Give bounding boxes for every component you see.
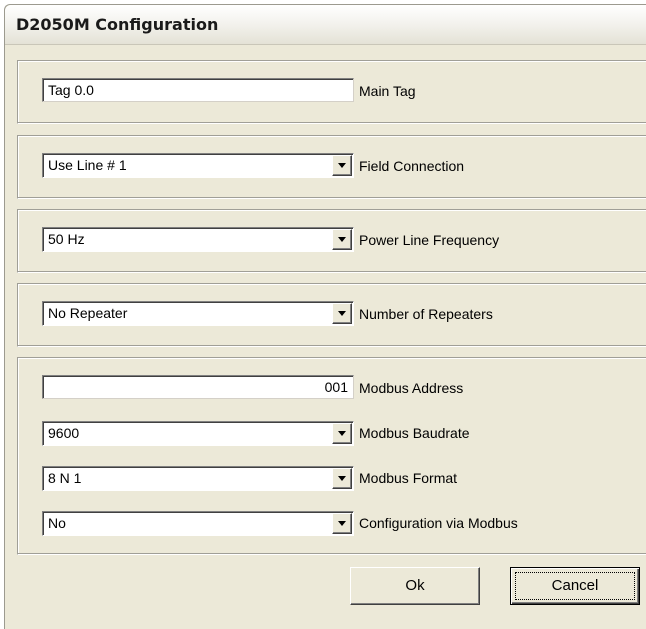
main-tag-label: Main Tag	[359, 83, 416, 99]
modbus-address-input[interactable]: 001	[42, 375, 354, 399]
modbus-config-dropdown-button[interactable]	[332, 513, 352, 534]
power-line-frequency-label: Power Line Frequency	[359, 232, 500, 248]
chevron-down-icon	[338, 431, 346, 436]
power-line-frequency-group: 50 Hz Power Line Frequency	[17, 209, 646, 273]
repeaters-dropdown-button[interactable]	[332, 303, 352, 324]
modbus-address-label: Modbus Address	[359, 380, 464, 396]
field-connection-value: Use Line # 1	[48, 157, 127, 173]
chevron-down-icon	[338, 163, 346, 168]
modbus-config-label: Configuration via Modbus	[359, 515, 518, 531]
repeaters-group: No Repeater Number of Repeaters	[17, 283, 646, 347]
main-tag-group: Tag 0.0 Main Tag	[17, 60, 646, 124]
modbus-baudrate-dropdown-button[interactable]	[332, 423, 352, 444]
field-connection-label: Field Connection	[359, 158, 465, 174]
modbus-baudrate-label: Modbus Baudrate	[359, 425, 470, 441]
modbus-format-dropdown-button[interactable]	[332, 468, 352, 489]
repeaters-value: No Repeater	[48, 305, 128, 321]
power-line-frequency-value: 50 Hz	[48, 231, 85, 247]
field-connection-select[interactable]: Use Line # 1	[42, 153, 354, 178]
main-tag-input[interactable]: Tag 0.0	[42, 78, 354, 102]
modbus-format-value: 8 N 1	[48, 470, 82, 486]
window-title: D2050M Configuration	[16, 15, 219, 34]
chevron-down-icon	[338, 237, 346, 242]
modbus-config-value: No	[48, 515, 66, 531]
cancel-button[interactable]: Cancel	[510, 567, 640, 605]
title-bar[interactable]: D2050M Configuration	[5, 5, 646, 45]
field-connection-group: Use Line # 1 Field Connection	[17, 135, 646, 199]
modbus-baudrate-select[interactable]: 9600	[42, 421, 354, 446]
modbus-format-select[interactable]: 8 N 1	[42, 466, 354, 491]
modbus-format-label: Modbus Format	[359, 470, 458, 486]
ok-button[interactable]: Ok	[350, 567, 480, 605]
power-line-frequency-select[interactable]: 50 Hz	[42, 227, 354, 252]
modbus-baudrate-value: 9600	[48, 425, 80, 441]
cancel-button-label: Cancel	[551, 577, 599, 594]
modbus-config-select[interactable]: No	[42, 511, 354, 536]
repeaters-label: Number of Repeaters	[359, 306, 493, 322]
chevron-down-icon	[338, 476, 346, 481]
config-dialog: D2050M Configuration Tag 0.0 Main Tag Us…	[4, 4, 646, 629]
chevron-down-icon	[338, 521, 346, 526]
modbus-group: 001 Modbus Address 9600 Modbus Baudrate …	[17, 357, 646, 555]
power-line-frequency-dropdown-button[interactable]	[332, 229, 352, 250]
chevron-down-icon	[338, 311, 346, 316]
field-connection-dropdown-button[interactable]	[332, 155, 352, 176]
repeaters-select[interactable]: No Repeater	[42, 301, 354, 326]
